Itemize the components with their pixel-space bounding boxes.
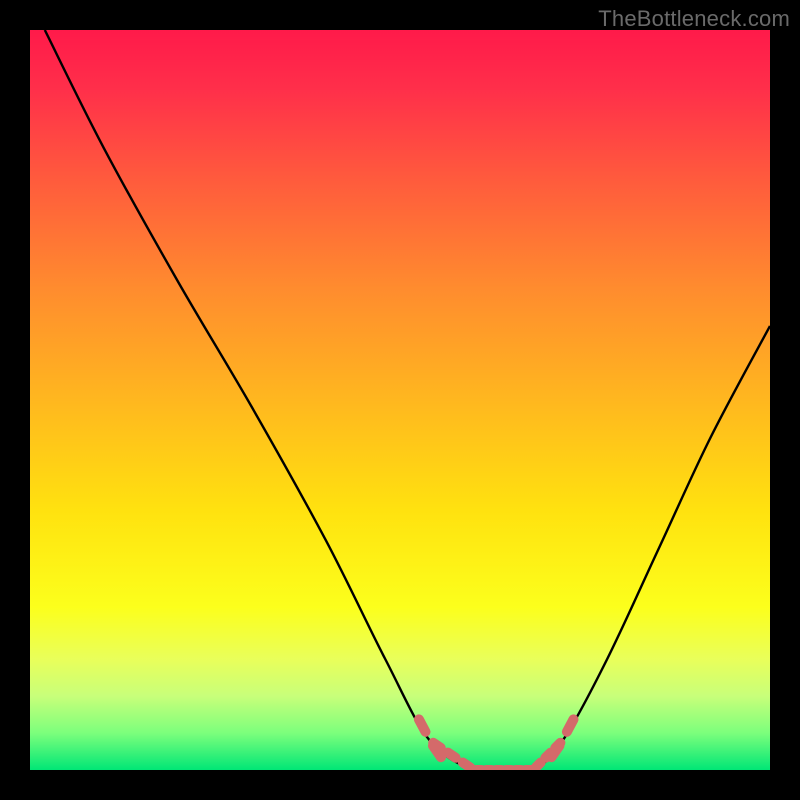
optimal-marker-dash	[567, 719, 574, 731]
chart-container: TheBottleneck.com	[0, 0, 800, 800]
optimal-marker-dash	[551, 746, 559, 757]
optimal-marker-dash	[433, 746, 441, 757]
curve-svg	[30, 30, 770, 770]
optimal-marker-dash	[536, 763, 541, 768]
optimal-marker-dash	[419, 719, 426, 731]
optimal-marker-dash	[448, 753, 456, 758]
optimal-zone-markers	[419, 719, 574, 770]
attribution-label: TheBottleneck.com	[598, 6, 790, 32]
optimal-marker-dash	[463, 763, 471, 768]
bottleneck-curve	[45, 30, 770, 770]
plot-area	[30, 30, 770, 770]
bottleneck-curve-path	[45, 30, 770, 770]
